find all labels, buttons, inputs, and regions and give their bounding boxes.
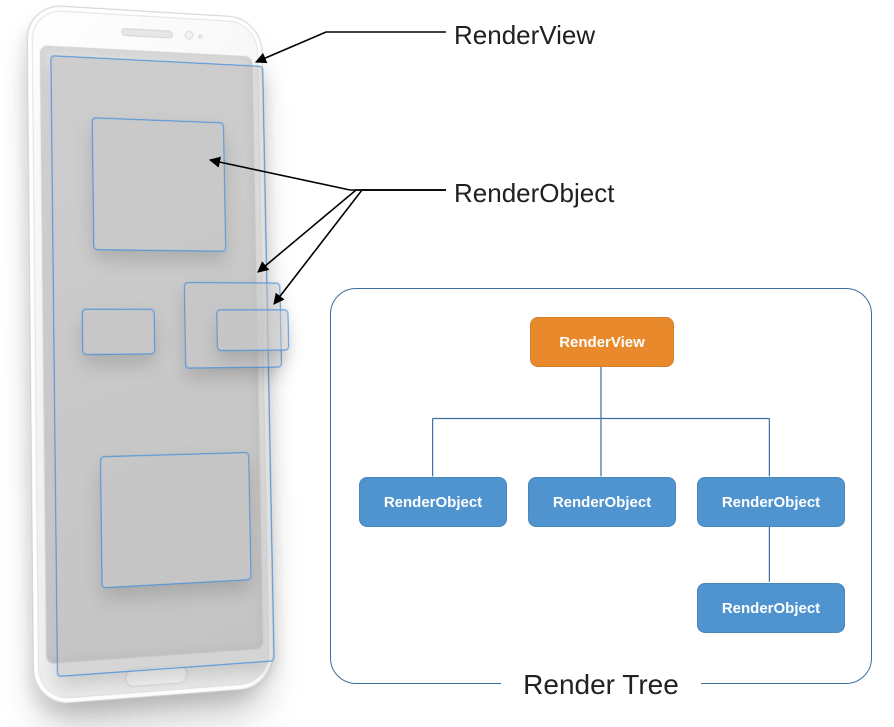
render-object-layer-mid-inner <box>216 309 289 351</box>
render-object-layer-top <box>92 117 226 251</box>
tree-node-child-1: RenderObject <box>359 477 507 527</box>
tree-node-grandchild: RenderObject <box>697 583 845 633</box>
callout-label-renderview: RenderView <box>454 20 595 51</box>
callout-label-renderobject: RenderObject <box>454 178 614 209</box>
phone-sensor-icon <box>198 34 203 39</box>
render-object-layer-small-left <box>82 309 155 355</box>
phone-camera-icon <box>185 31 194 40</box>
render-object-layer-bottom <box>100 452 251 588</box>
phone-speaker-icon <box>121 28 172 39</box>
tree-node-child-3: RenderObject <box>697 477 845 527</box>
render-tree-title: Render Tree <box>501 669 701 701</box>
phone-3d-stage <box>0 10 300 710</box>
render-tree-panel: RenderView RenderObject RenderObject Ren… <box>330 288 872 684</box>
tree-node-child-2: RenderObject <box>528 477 676 527</box>
tree-node-root: RenderView <box>530 317 674 367</box>
